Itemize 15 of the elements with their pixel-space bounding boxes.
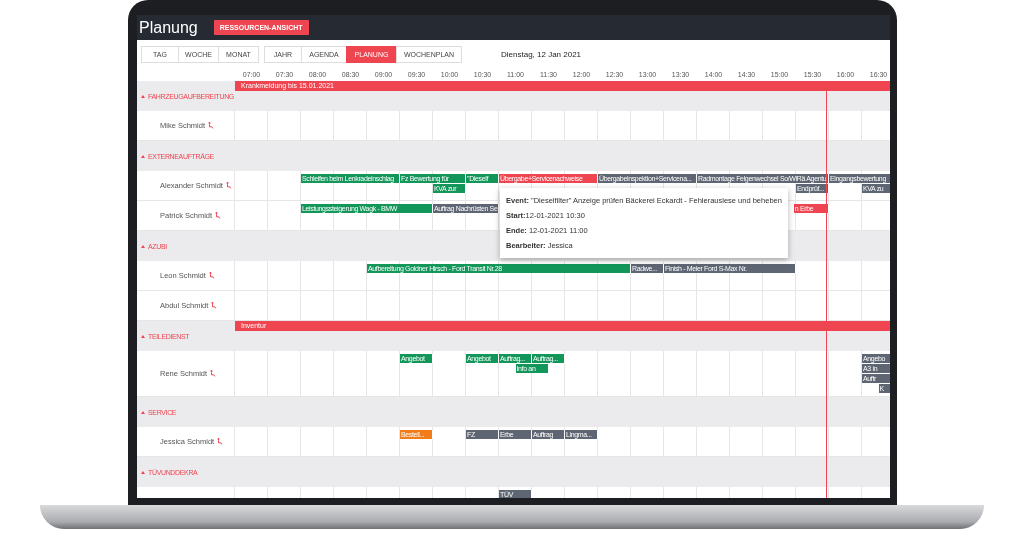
caret-icon	[141, 410, 145, 414]
caret-icon	[141, 470, 145, 474]
caret-icon	[141, 154, 145, 158]
caret-icon	[141, 334, 145, 338]
caret-icon	[141, 244, 145, 248]
person-icon	[211, 302, 218, 309]
caret-icon	[141, 94, 145, 98]
person-icon	[208, 272, 215, 279]
page-title: Planung	[139, 18, 198, 37]
person-icon	[225, 182, 232, 189]
date-label: Dienstag, 12 Jan 2021	[501, 49, 582, 59]
person-icon	[210, 370, 217, 377]
person-icon	[215, 212, 222, 219]
person-icon	[208, 122, 214, 129]
person-icon	[217, 438, 224, 445]
